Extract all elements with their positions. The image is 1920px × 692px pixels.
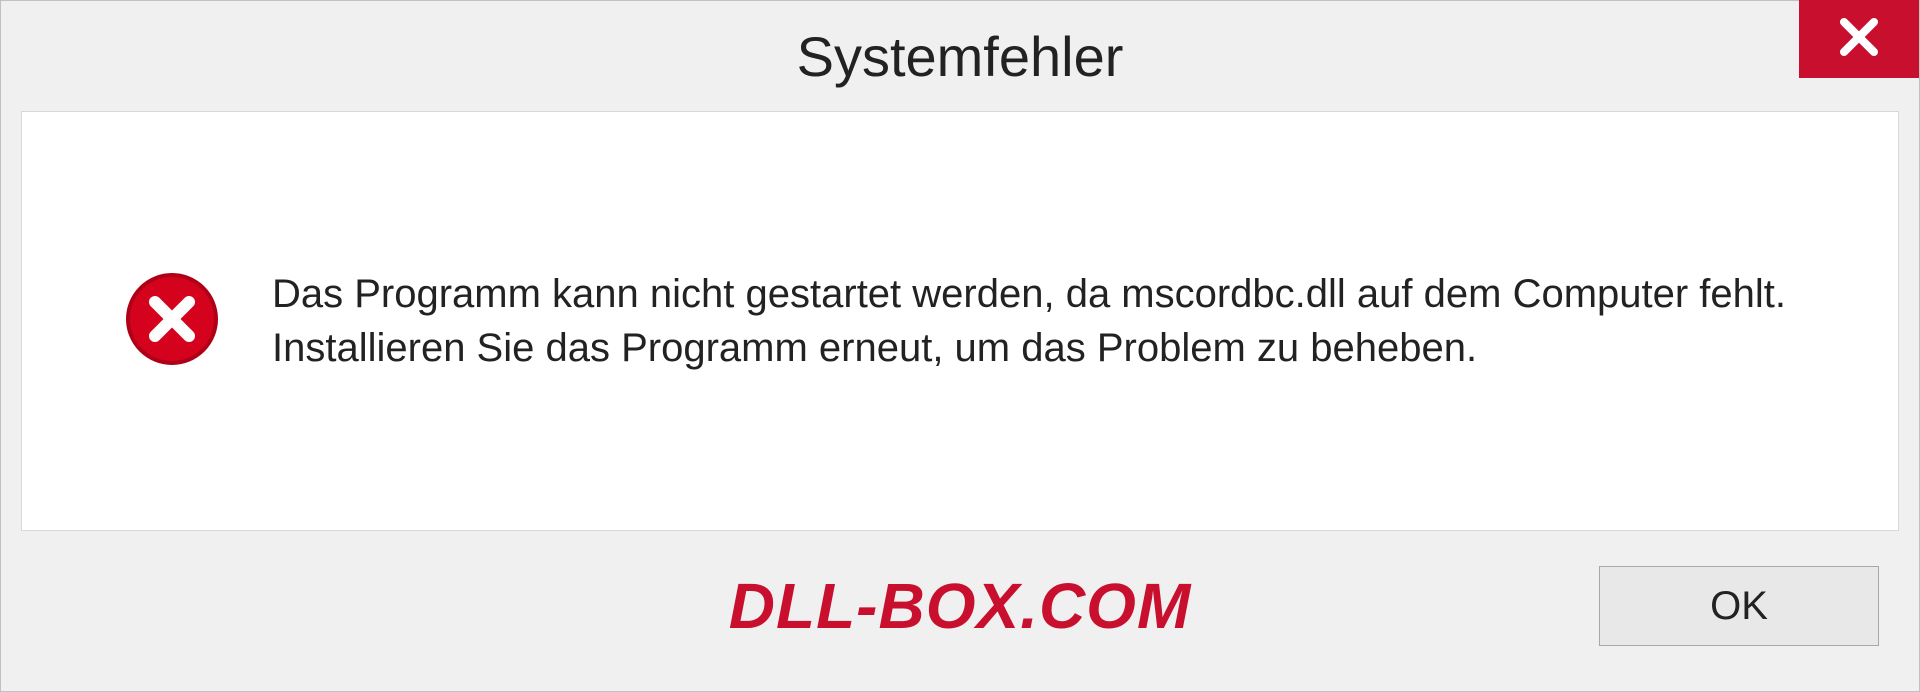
error-message: Das Programm kann nicht gestartet werden… [272,267,1818,375]
error-dialog: Systemfehler Das Programm kann nicht ges… [0,0,1920,692]
content-area: Das Programm kann nicht gestartet werden… [21,111,1899,531]
footer: DLL-BOX.COM OK [1,551,1919,691]
watermark-text: DLL-BOX.COM [729,569,1192,643]
ok-button[interactable]: OK [1599,566,1879,646]
close-button[interactable] [1799,0,1919,78]
titlebar: Systemfehler [1,1,1919,111]
dialog-title: Systemfehler [797,24,1124,89]
ok-button-label: OK [1710,584,1768,629]
error-icon [122,269,222,374]
close-icon [1834,12,1884,67]
